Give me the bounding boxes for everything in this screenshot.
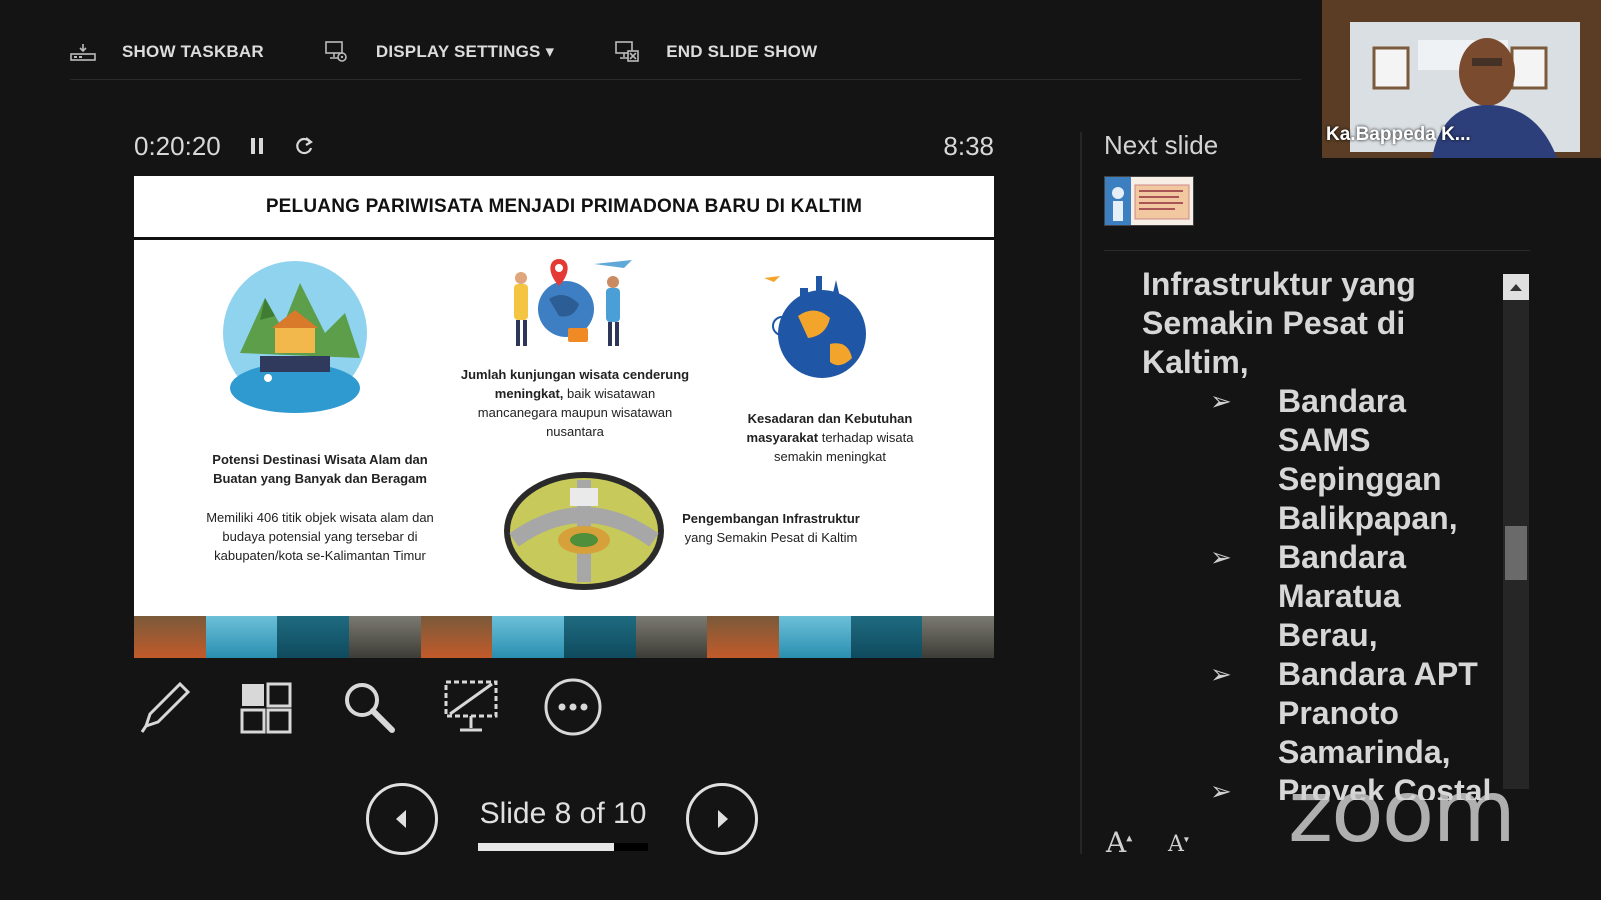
global-awareness-illustration (764, 276, 866, 378)
pause-icon (250, 138, 263, 154)
next-slide-button[interactable] (686, 783, 758, 855)
display-settings-label: DISPLAY SETTINGS ▾ (375, 42, 555, 61)
end-slide-show-label: END SLIDE SHOW (666, 42, 818, 61)
pen-tool-button[interactable] (134, 676, 196, 738)
bullet-arrow-icon: ➢ (1210, 386, 1232, 416)
magnifier-icon (345, 683, 395, 733)
tourism-photo-strip (134, 616, 994, 658)
current-time: 8:38 (943, 130, 994, 161)
decrease-font-label: A (1168, 832, 1184, 857)
participant-video[interactable]: Ka.Bappeda K... (1322, 0, 1601, 158)
scroll-thumb[interactable] (1505, 526, 1527, 580)
bullet-arrow-icon: ➢ (1210, 659, 1232, 689)
awareness-text: Kesadaran dan Kebutuhan masyarakat terha… (730, 409, 930, 466)
next-slide-thumbnail[interactable] (1104, 176, 1194, 226)
slide-body: Potensi Destinasi Wisata Alam dan Buatan… (134, 240, 994, 613)
end-slide-show-button[interactable]: END SLIDE SHOW (614, 39, 817, 65)
infrastructure-text: Pengembangan Infrastruktur yang Semakin … (676, 509, 866, 547)
display-settings-button[interactable]: DISPLAY SETTINGS ▾ (324, 39, 554, 65)
panel-divider (1080, 132, 1082, 854)
notes-bullet-text: Bandara SAMS Sepinggan Balikpapan, (1278, 383, 1458, 536)
tourist-visits-illustration (514, 259, 632, 346)
show-taskbar-label: SHOW TASKBAR (122, 42, 264, 61)
notes-bullet-text: Bandara Maratua Berau, (1278, 539, 1407, 653)
zoom-watermark: zoom (1288, 762, 1516, 862)
screen-off-icon (444, 680, 498, 732)
pen-icon (140, 681, 191, 733)
notes-bullet-text: Bandara APT Pranoto Samarinda, (1278, 656, 1478, 770)
notes-bullet: ➢ Bandara Maratua Berau, (1142, 538, 1502, 655)
infrastructure-detail: yang Semakin Pesat di Kaltim (684, 530, 858, 545)
nature-destination-illustration (223, 261, 367, 413)
presenter-tools (134, 676, 644, 738)
infrastructure-heading: Pengembangan Infrastruktur (682, 511, 860, 526)
bullet-arrow-icon: ➢ (1210, 776, 1232, 800)
end-show-icon (615, 41, 640, 62)
notes-scrollbar[interactable] (1503, 274, 1529, 789)
destination-text: Potensi Destinasi Wisata Alam dan Buatan… (190, 450, 450, 488)
notes-separator (1104, 250, 1530, 251)
slide-grid-icon (240, 682, 292, 734)
current-slide[interactable]: PELUANG PARIWISATA MENJADI PRIMADONA BAR… (134, 176, 994, 658)
display-settings-icon (325, 41, 347, 62)
presenter-toolbar: SHOW TASKBAR DISPLAY SETTINGS ▾ END SLID… (70, 25, 1301, 80)
restart-timer-button[interactable] (293, 135, 315, 157)
slide-navigation: Slide 8 of 10 (366, 783, 766, 855)
taskbar-icon (70, 44, 96, 61)
participant-name: Ka.Bappeda K... (1326, 124, 1471, 145)
more-options-button[interactable] (542, 676, 604, 738)
next-slide-preview (1105, 177, 1193, 225)
increase-font-button[interactable]: A▴ (1106, 826, 1132, 859)
speaker-notes[interactable]: Infrastruktur yang Semakin Pesat di Kalt… (1142, 265, 1502, 800)
see-all-slides-button[interactable] (236, 676, 298, 738)
show-taskbar-button[interactable]: SHOW TASKBAR (70, 42, 264, 62)
next-slide-label: Next slide (1104, 130, 1219, 160)
destination-heading: Potensi Destinasi Wisata Alam dan Buatan… (212, 452, 428, 486)
notes-bullet: ➢ Bandara APT Pranoto Samarinda, (1142, 655, 1502, 772)
slide-title: PELUANG PARIWISATA MENJADI PRIMADONA BAR… (134, 176, 994, 240)
slide-progress-bar (478, 843, 648, 851)
infrastructure-illustration (504, 472, 664, 590)
visits-text: Jumlah kunjungan wisata cenderung mening… (460, 365, 690, 441)
arrow-left-icon (396, 810, 406, 828)
destination-detail: Memiliki 406 titik objek wisata alam dan… (206, 510, 434, 563)
black-screen-button[interactable] (440, 676, 502, 738)
slide-counter: Slide 8 of 10 (479, 797, 647, 830)
pause-timer-button[interactable] (249, 136, 265, 156)
restart-icon (295, 137, 313, 155)
slide-progress-fill (478, 843, 614, 851)
scroll-up-button[interactable] (1503, 274, 1529, 300)
decrease-font-button[interactable]: A▾ (1168, 832, 1189, 857)
bullet-arrow-icon: ➢ (1210, 542, 1232, 572)
zoom-slide-button[interactable] (338, 676, 400, 738)
previous-slide-button[interactable] (366, 783, 438, 855)
elapsed-timer: 0:20:20 (134, 130, 221, 161)
notes-bullet: ➢ Bandara SAMS Sepinggan Balikpapan, (1142, 382, 1502, 538)
chevron-up-icon (1510, 284, 1522, 291)
arrow-right-icon (718, 810, 728, 828)
increase-font-label: A (1106, 826, 1127, 859)
timer-row: 0:20:20 8:38 (134, 128, 994, 164)
more-icon (544, 678, 602, 736)
notes-intro: Infrastruktur yang Semakin Pesat di Kalt… (1142, 266, 1416, 380)
